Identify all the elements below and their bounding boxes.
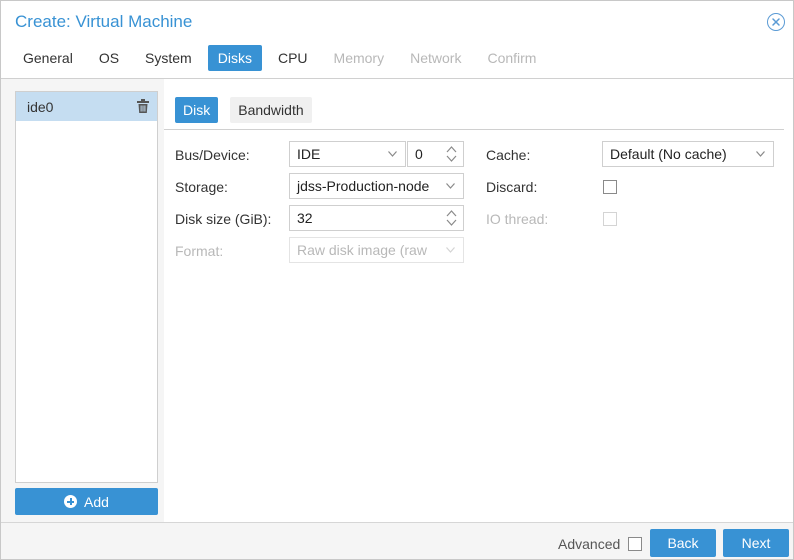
format-label: Format:: [175, 243, 224, 259]
close-circle-icon: [772, 18, 780, 26]
plus-circle-icon: [64, 495, 78, 508]
cache-label: Cache:: [486, 147, 531, 163]
trash-icon[interactable]: [137, 99, 149, 113]
chevron-down-icon: [446, 247, 455, 253]
bus-select[interactable]: IDE: [289, 141, 406, 167]
tab-disks[interactable]: Disks: [207, 45, 262, 71]
spinner-arrows-icon[interactable]: [446, 145, 457, 163]
chevron-down-icon: [756, 151, 765, 157]
format-select: Raw disk image (raw: [289, 237, 464, 263]
disk-size-stepper[interactable]: 32: [289, 205, 464, 231]
tab-os[interactable]: OS: [89, 45, 129, 71]
device-value: 0: [415, 146, 423, 162]
discard-checkbox[interactable]: [603, 180, 617, 194]
tab-network: Network: [410, 50, 462, 66]
back-button[interactable]: Back: [650, 529, 716, 557]
io-thread-checkbox: [603, 212, 617, 226]
spinner-arrows-icon[interactable]: [446, 209, 457, 227]
tab-system[interactable]: System: [135, 45, 202, 71]
discard-label: Discard:: [486, 179, 538, 195]
disk-list-item[interactable]: ide0: [16, 92, 157, 121]
subtab-bandwidth[interactable]: Bandwidth: [230, 97, 312, 123]
dialog-footer: Advanced Back Next: [1, 522, 793, 559]
add-button-label: Add: [84, 493, 109, 510]
storage-value: jdss-Production-node: [297, 178, 430, 194]
cache-value: Default (No cache): [610, 146, 727, 162]
advanced-checkbox[interactable]: [628, 537, 642, 551]
close-button[interactable]: [767, 13, 785, 31]
disk-list: ide0: [15, 91, 158, 483]
create-vm-dialog: Create: Virtual Machine General OS Syste…: [0, 0, 794, 560]
disk-size-value: 32: [297, 210, 313, 226]
disk-item-label: ide0: [27, 98, 54, 115]
disk-subtabs: Disk Bandwidth: [175, 97, 324, 123]
dialog-title: Create: Virtual Machine: [15, 12, 193, 31]
tab-content: ide0 Add Disk Bandwidth Bus/Device: IDE …: [1, 78, 793, 523]
storage-select[interactable]: jdss-Production-node: [289, 173, 464, 199]
cache-select[interactable]: Default (No cache): [602, 141, 774, 167]
bus-value: IDE: [297, 146, 321, 162]
subtab-disk[interactable]: Disk: [175, 97, 219, 123]
next-button[interactable]: Next: [723, 529, 789, 557]
io-thread-label: IO thread:: [486, 211, 549, 227]
chevron-down-icon: [388, 151, 397, 157]
subtab-divider: [164, 129, 784, 130]
tab-confirm: Confirm: [487, 50, 537, 66]
wizard-tabs: General OS System Disks CPU Memory Netwo…: [13, 45, 552, 71]
add-disk-button[interactable]: Add: [15, 488, 158, 515]
tab-cpu[interactable]: CPU: [268, 45, 318, 71]
tab-memory: Memory: [333, 50, 385, 66]
storage-label: Storage:: [175, 179, 228, 195]
disk-settings-panel: Disk Bandwidth Bus/Device: IDE 0 Storage…: [164, 79, 793, 523]
disk-size-label: Disk size (GiB):: [175, 211, 272, 227]
advanced-label: Advanced: [558, 536, 621, 552]
tab-general[interactable]: General: [13, 45, 83, 71]
format-value: Raw disk image (raw: [297, 242, 427, 258]
bus-device-label: Bus/Device:: [175, 147, 250, 163]
chevron-down-icon: [446, 183, 455, 189]
device-number-stepper[interactable]: 0: [407, 141, 464, 167]
